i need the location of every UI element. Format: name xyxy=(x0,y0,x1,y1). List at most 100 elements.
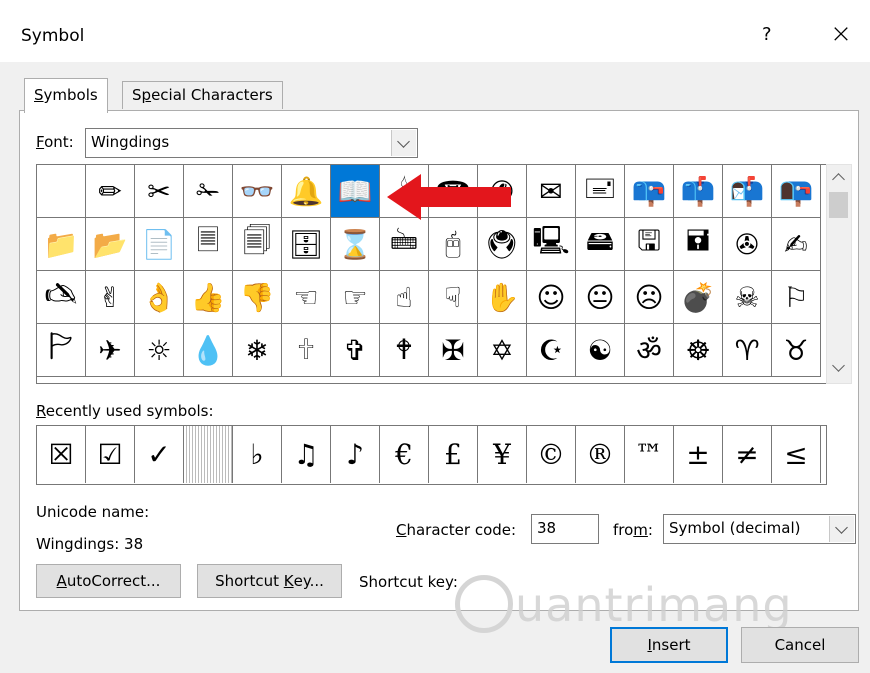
symbol-grid-scrollbar[interactable] xyxy=(826,164,852,384)
close-button[interactable]: × xyxy=(826,20,856,50)
symbol-cell[interactable]: 🗐 xyxy=(233,218,282,271)
from-dropdown-button[interactable] xyxy=(829,516,854,542)
symbol-cell[interactable]: 🕆 xyxy=(282,324,331,377)
symbol-cell[interactable]: ✉ xyxy=(527,165,576,218)
symbol-cell[interactable]: 🖰 xyxy=(429,218,478,271)
scroll-up-icon[interactable] xyxy=(832,173,845,186)
symbol-cell[interactable]: 🖫 xyxy=(625,218,674,271)
character-code-input[interactable]: 38 xyxy=(531,514,599,544)
from-dropdown[interactable]: Symbol (decimal) xyxy=(663,514,856,544)
symbol-cell[interactable]: ☹ xyxy=(625,271,674,324)
symbol-cell[interactable]: ✠ xyxy=(429,324,478,377)
symbol-cell[interactable]: ☼ xyxy=(135,324,184,377)
recent-symbol-cell[interactable]: ✓ xyxy=(135,426,184,483)
symbol-cell[interactable]: 🏱 xyxy=(37,324,86,377)
symbol-cell[interactable]: ☎ xyxy=(429,165,478,218)
symbol-cell[interactable]: 🖬 xyxy=(674,218,723,271)
symbol-cell[interactable]: ✆ xyxy=(478,165,527,218)
symbol-cell[interactable]: ☪ xyxy=(527,324,576,377)
symbol-cell[interactable]: ☸ xyxy=(674,324,723,377)
symbol-cell[interactable]: ✌ xyxy=(86,271,135,324)
symbol-cell[interactable]: ♈ xyxy=(723,324,772,377)
symbol-cell[interactable]: ☟ xyxy=(429,271,478,324)
recent-symbol-cell[interactable]: ☒ xyxy=(37,426,86,483)
symbol-cell[interactable]: ✍ xyxy=(772,218,821,271)
symbol-cell[interactable]: ✇ xyxy=(723,218,772,271)
recent-symbol-cell[interactable]: € xyxy=(380,426,429,483)
symbol-cell[interactable]: 📬 xyxy=(723,165,772,218)
recent-symbol-cell[interactable]: £ xyxy=(429,426,478,483)
recent-symbol-cell[interactable]: ☑ xyxy=(86,426,135,483)
symbol-cell[interactable]: 👌 xyxy=(135,271,184,324)
recent-symbol-cell[interactable]: ♫ xyxy=(282,426,331,483)
symbol-cell[interactable]: ✋ xyxy=(478,271,527,324)
scroll-down-icon[interactable] xyxy=(832,359,845,372)
symbol-cell[interactable]: ☺ xyxy=(527,271,576,324)
tab-symbols[interactable]: Symbols xyxy=(24,78,108,113)
symbol-cell[interactable]: 🖳 xyxy=(527,218,576,271)
symbol-cell[interactable]: 📁 xyxy=(37,218,86,271)
chevron-down-icon xyxy=(835,521,848,534)
symbol-cell[interactable]: 📪 xyxy=(625,165,674,218)
symbol-cell[interactable]: ✏ xyxy=(86,165,135,218)
symbol-cell[interactable]: ☝ xyxy=(380,271,429,324)
symbol-cell[interactable]: 📭 xyxy=(772,165,821,218)
symbol-cell[interactable]: ✡ xyxy=(478,324,527,377)
symbol-cell[interactable]: 🖲 xyxy=(478,218,527,271)
symbol-cell[interactable]: 🕈 xyxy=(380,324,429,377)
symbol-cell[interactable]: ♉ xyxy=(772,324,821,377)
symbol-cell[interactable]: ✈ xyxy=(86,324,135,377)
symbol-cell[interactable]: 📄 xyxy=(135,218,184,271)
symbol-cell[interactable]: ☠ xyxy=(723,271,772,324)
font-dropdown[interactable]: Wingdings xyxy=(85,128,418,158)
symbol-cell[interactable]: 😐 xyxy=(576,271,625,324)
symbol-cell[interactable]: ⚐ xyxy=(772,271,821,324)
symbol-cell[interactable]: 👍 xyxy=(184,271,233,324)
symbol-cell[interactable]: ☜ xyxy=(282,271,331,324)
help-button[interactable]: ? xyxy=(762,24,772,45)
recent-symbol-cell[interactable]: ≤ xyxy=(772,426,821,483)
symbol-cell[interactable]: 🖃 xyxy=(576,165,625,218)
recent-symbol-cell[interactable]: ≠ xyxy=(723,426,772,483)
symbol-cell[interactable]: 📫 xyxy=(674,165,723,218)
insert-button[interactable]: Insert xyxy=(610,627,728,663)
symbol-cell[interactable]: ❄ xyxy=(233,324,282,377)
symbol-cell[interactable]: 🕯 xyxy=(380,165,429,218)
autocorrect-button[interactable]: AutoCorrect... xyxy=(36,564,181,598)
recent-symbol-cell[interactable]: ™ xyxy=(625,426,674,483)
recent-symbol-cell[interactable]: ¥ xyxy=(478,426,527,483)
symbol-cell[interactable]: 🗄 xyxy=(282,218,331,271)
recent-symbol-cell[interactable]: ♪ xyxy=(331,426,380,483)
symbol-cell[interactable]: ॐ xyxy=(625,324,674,377)
symbol-cell[interactable]: ⌛ xyxy=(331,218,380,271)
recent-symbol-cell[interactable]: ♭ xyxy=(233,426,282,483)
shortcut-key-button[interactable]: Shortcut Key... xyxy=(197,564,342,598)
symbol-cell[interactable]: 📂 xyxy=(86,218,135,271)
scroll-thumb[interactable] xyxy=(829,192,848,218)
symbol-cell[interactable]: ✂ xyxy=(135,165,184,218)
symbol-cell[interactable]: 💧 xyxy=(184,324,233,377)
recent-symbol-cell[interactable]: © xyxy=(527,426,576,483)
symbol-cell[interactable]: 👎 xyxy=(233,271,282,324)
font-dropdown-button[interactable] xyxy=(391,130,416,156)
cancel-button[interactable]: Cancel xyxy=(741,627,859,663)
symbol-cell[interactable]: ✁ xyxy=(184,165,233,218)
symbol-cell[interactable]: 🖎 xyxy=(37,271,86,324)
symbol-cell[interactable]: 👓 xyxy=(233,165,282,218)
recent-symbol-cell[interactable]: ± xyxy=(674,426,723,483)
symbol-cell[interactable] xyxy=(37,165,86,218)
symbol-cell[interactable]: 📖 xyxy=(331,165,380,218)
recent-symbol-cell[interactable]: ® xyxy=(576,426,625,483)
tab-special-characters[interactable]: Special Characters xyxy=(122,81,283,109)
symbol-cell[interactable]: ✞ xyxy=(331,324,380,377)
recent-symbols-grid: ☒ ☑ ✓ ♭ ♫ ♪ € £ ¥ © ® ™ ± ≠ ≤ xyxy=(36,425,827,485)
symbol-cell[interactable]: 🗏 xyxy=(184,218,233,271)
symbol-cell[interactable]: ☞ xyxy=(331,271,380,324)
recent-symbol-cell[interactable] xyxy=(184,426,233,483)
symbol-cell[interactable]: ☯ xyxy=(576,324,625,377)
symbol-cell[interactable]: 🖴 xyxy=(576,218,625,271)
symbol-cell[interactable]: 💣 xyxy=(674,271,723,324)
symbol-grid: ✏ ✂ ✁ 👓 🔔 📖 🕯 ☎ ✆ ✉ 🖃 📪 📫 📬 📭 📁 📂 📄 🗏 🗐 🗄 ⌛ 🖮 🖰 🖲 🖳 🖴 🖫 🖬 ✇ ✍ 🖎 ✌ 👌 👍 👎 ☜ ☞ ☝ ☟… xyxy=(36,164,827,384)
symbol-cell[interactable]: 🖮 xyxy=(380,218,429,271)
symbol-cell[interactable]: 🔔 xyxy=(282,165,331,218)
